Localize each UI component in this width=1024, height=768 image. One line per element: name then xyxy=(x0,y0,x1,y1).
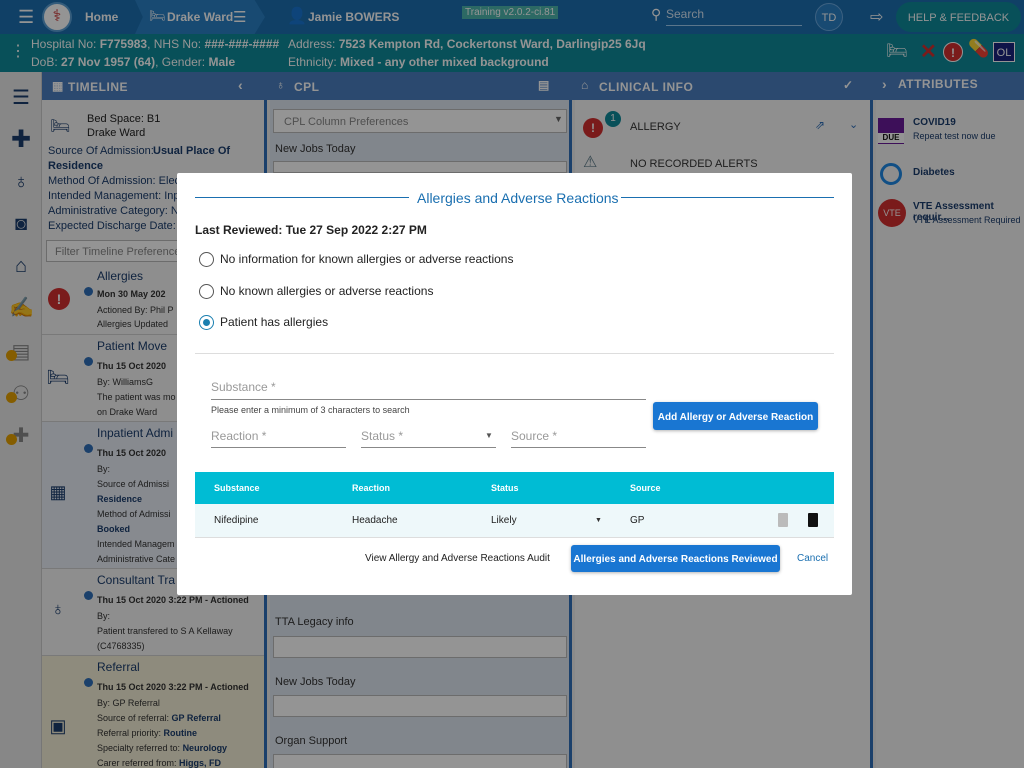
col-reaction: Reaction xyxy=(352,483,391,493)
delete-icon[interactable] xyxy=(808,513,818,527)
delete-disabled-icon xyxy=(778,513,788,527)
status-underline xyxy=(361,447,496,448)
status-placeholder: Status * xyxy=(361,429,404,443)
add-allergy-button[interactable]: Add Allergy or Adverse Reaction xyxy=(653,402,818,430)
cell-source: GP xyxy=(630,515,645,526)
section-divider xyxy=(195,353,834,354)
source-placeholder: Source * xyxy=(511,429,558,443)
option-label: Patient has allergies xyxy=(220,315,329,329)
dialog-title: Allergies and Adverse Reactions xyxy=(417,190,619,206)
option-no-information[interactable]: No information for known allergies or ad… xyxy=(199,251,539,269)
status-select[interactable]: Status * ▼ xyxy=(361,426,496,448)
allergy-table: Substance Reaction Status Source Nifedip… xyxy=(195,472,834,538)
reviewed-button[interactable]: Allergies and Adverse Reactions Reviewed xyxy=(571,545,780,572)
substance-input[interactable]: Substance * xyxy=(211,376,646,400)
option-label: No information for known allergies or ad… xyxy=(220,252,514,266)
col-source: Source xyxy=(630,483,661,493)
cell-substance: Nifedipine xyxy=(214,515,259,526)
caret-down-icon: ▼ xyxy=(485,431,493,440)
cell-status: Likely xyxy=(491,515,517,526)
col-status: Status xyxy=(491,483,519,493)
option-label: No known allergies or adverse reactions xyxy=(220,284,434,298)
cell-reaction: Headache xyxy=(352,515,398,526)
cancel-button[interactable]: Cancel xyxy=(797,553,828,564)
allergies-dialog: Allergies and Adverse Reactions Last Rev… xyxy=(177,173,852,595)
row-status-select[interactable]: Likely ▼ xyxy=(491,510,607,532)
caret-down-icon: ▼ xyxy=(595,517,602,524)
table-row: Nifedipine Headache Likely ▼ GP xyxy=(195,504,834,538)
add-allergy-label: Add Allergy or Adverse Reaction xyxy=(657,412,814,423)
substance-hint: Please enter a minimum of 3 characters t… xyxy=(211,405,410,415)
reaction-placeholder: Reaction * xyxy=(211,429,267,443)
title-rule-left xyxy=(195,197,409,198)
title-rule-right xyxy=(621,197,834,198)
table-header: Substance Reaction Status Source xyxy=(195,472,834,504)
reaction-input[interactable]: Reaction * xyxy=(211,426,346,448)
option-no-known-allergies[interactable]: No known allergies or adverse reactions xyxy=(199,283,539,301)
substance-underline xyxy=(211,399,646,400)
last-reviewed: Last Reviewed: Tue 27 Sep 2022 2:27 PM xyxy=(195,223,427,237)
radio-has-allergies[interactable] xyxy=(199,315,214,330)
substance-placeholder: Substance * xyxy=(211,380,276,394)
option-has-allergies[interactable]: Patient has allergies xyxy=(199,314,539,332)
reviewed-label: Allergies and Adverse Reactions Reviewed xyxy=(573,554,778,565)
radio-no-known-allergies[interactable] xyxy=(199,284,214,299)
audit-link[interactable]: View Allergy and Adverse Reactions Audit xyxy=(365,553,550,564)
source-input[interactable]: Source * xyxy=(511,426,646,448)
source-underline xyxy=(511,447,646,448)
col-substance: Substance xyxy=(214,483,260,493)
reaction-underline xyxy=(211,447,346,448)
radio-no-information[interactable] xyxy=(199,252,214,267)
